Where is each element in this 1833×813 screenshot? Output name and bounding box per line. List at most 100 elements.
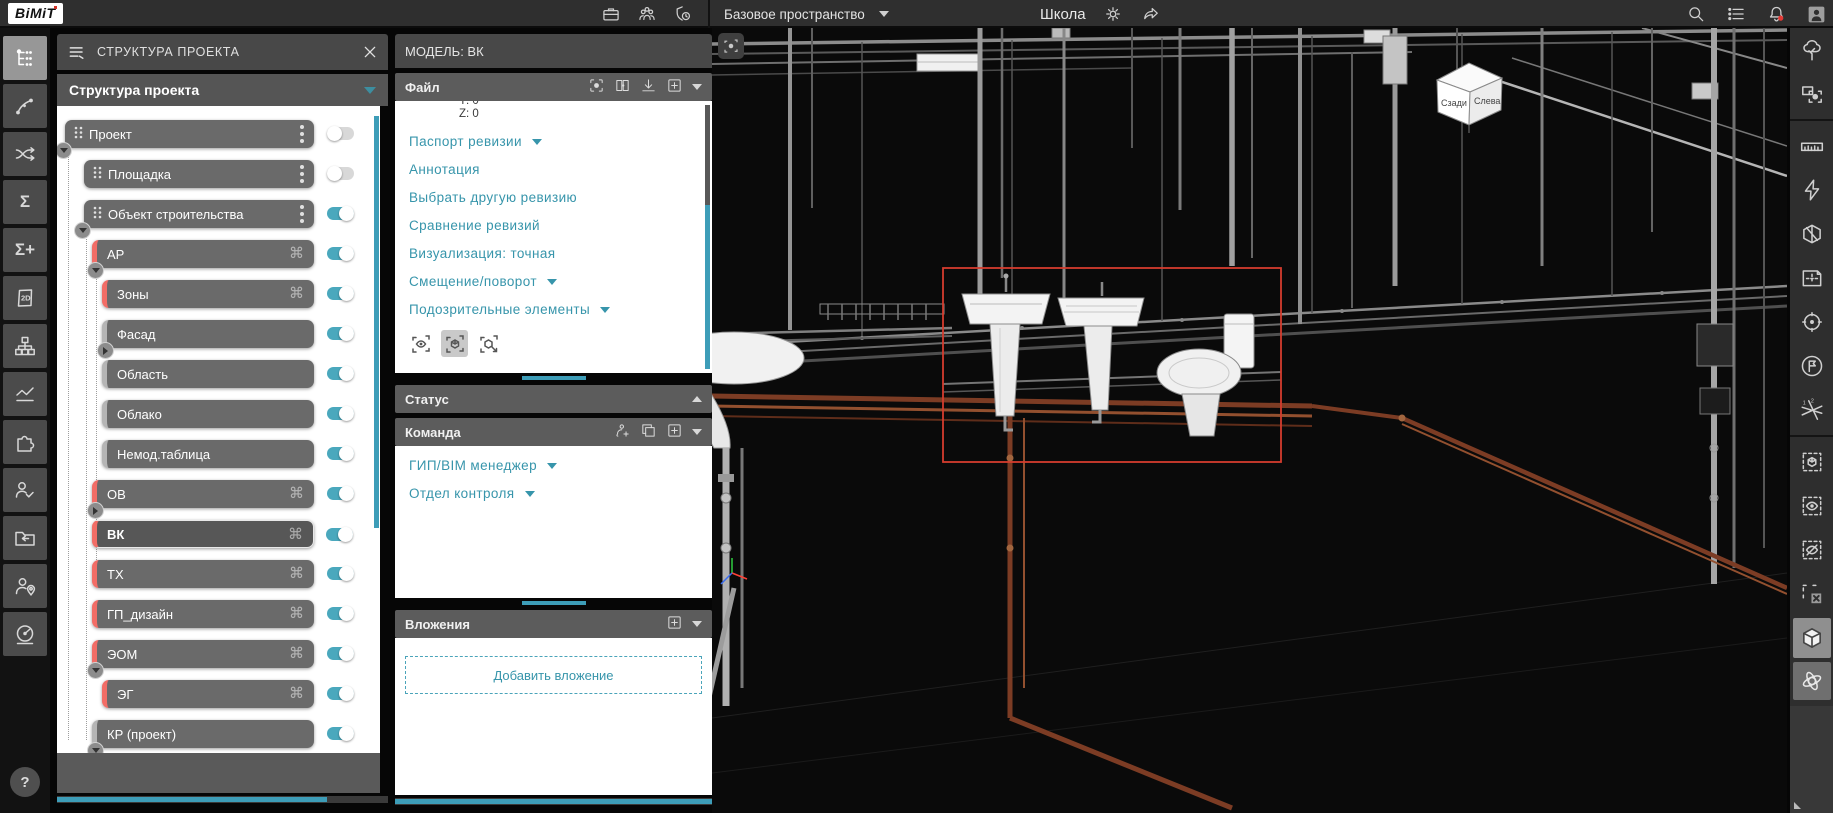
tool-clear-selection[interactable] <box>1792 572 1832 616</box>
share-icon[interactable] <box>1140 3 1162 25</box>
compare-revisions-icon[interactable] <box>614 77 631 97</box>
tool-flag-marker[interactable] <box>1792 344 1832 388</box>
close-icon[interactable] <box>362 44 378 60</box>
node-menu-icon[interactable] <box>300 205 304 226</box>
tree-node[interactable]: Проект <box>65 120 314 148</box>
account-icon[interactable] <box>1805 3 1827 25</box>
tree-node[interactable]: ГП_дизайн ⌘ <box>92 600 314 628</box>
tool-dashboard-gauge[interactable] <box>3 612 47 656</box>
tool-user-location[interactable] <box>3 564 47 608</box>
visibility-toggle[interactable] <box>327 727 354 740</box>
tool-select-objects[interactable] <box>1792 72 1832 116</box>
collapse-chevron-icon[interactable] <box>692 84 702 90</box>
file-link[interactable]: Выбрать другую ревизию <box>409 190 712 205</box>
frame-cube-move-icon[interactable] <box>475 330 502 357</box>
expand-collapse-button[interactable] <box>97 342 114 359</box>
file-link[interactable]: Сравнение ревизий <box>409 218 712 233</box>
tree-node[interactable]: Зоны ⌘ <box>102 280 314 308</box>
model-3d-viewport[interactable]: Сзади Слева <box>712 28 1787 813</box>
model-hscrollbar[interactable] <box>395 798 712 805</box>
download-icon[interactable] <box>640 77 657 97</box>
expand-collapse-button[interactable] <box>87 502 104 519</box>
visibility-toggle[interactable] <box>327 367 354 380</box>
visibility-toggle[interactable] <box>327 487 354 500</box>
bimit-logo[interactable]: BiMiT <box>8 3 63 24</box>
team-role-link[interactable]: Отдел контроля <box>409 486 712 501</box>
node-menu-icon[interactable] <box>300 125 304 146</box>
tool-measure-ruler[interactable] <box>1792 124 1832 168</box>
workspace-selector[interactable]: Базовое пространство <box>724 7 865 22</box>
file-link[interactable]: Визуализация: точная <box>409 246 712 261</box>
drag-handle-icon[interactable] <box>93 206 102 222</box>
tool-show-eye[interactable] <box>1792 484 1832 528</box>
tool-user-approvals[interactable] <box>3 468 47 512</box>
node-menu-icon[interactable] <box>300 165 304 186</box>
tool-isolate-cube[interactable] <box>1792 440 1832 484</box>
add-icon[interactable] <box>666 77 683 97</box>
tree-node[interactable]: Облако <box>102 400 314 428</box>
team-icon[interactable] <box>636 3 658 25</box>
section-resize-handle[interactable] <box>522 376 586 380</box>
visibility-toggle[interactable] <box>327 247 354 260</box>
tool-clash-shuffle[interactable] <box>3 132 47 176</box>
panel-menu-icon[interactable] <box>67 42 87 62</box>
file-scrollbar[interactable] <box>705 105 710 369</box>
tool-trend-analytics[interactable] <box>3 372 47 416</box>
visibility-toggle[interactable] <box>327 327 354 340</box>
visibility-toggle[interactable] <box>327 447 354 460</box>
gear-icon[interactable] <box>1102 3 1124 25</box>
menu-list-icon[interactable] <box>1725 3 1747 25</box>
tree-node[interactable]: Фасад <box>102 320 314 348</box>
visibility-toggle[interactable] <box>327 287 354 300</box>
help-button[interactable]: ? <box>10 767 40 797</box>
tree-node[interactable]: ЭГ ⌘ <box>102 680 314 708</box>
tree-scrollbar[interactable] <box>374 116 379 528</box>
tree-node-selected[interactable]: ВК ⌘ <box>92 520 314 548</box>
tool-2d-views[interactable]: 2D <box>3 276 47 320</box>
file-link[interactable]: Подозрительные элементы <box>409 302 712 317</box>
visibility-toggle[interactable] <box>327 207 354 220</box>
expand-collapse-button[interactable] <box>87 262 104 279</box>
file-link[interactable]: Паспорт ревизии <box>409 134 712 149</box>
file-link[interactable]: Смещение/поворот <box>409 274 712 289</box>
viewport-focus-button[interactable] <box>718 33 744 59</box>
briefcase-icon[interactable] <box>600 3 622 25</box>
tool-nature-tree[interactable] <box>1792 28 1832 72</box>
section-resize-handle[interactable] <box>522 601 586 605</box>
tool-orbit-navigation[interactable] <box>1793 662 1831 700</box>
collapse-chevron-icon[interactable] <box>692 621 702 627</box>
visibility-toggle[interactable] <box>327 607 354 620</box>
visibility-toggle[interactable] <box>327 647 354 660</box>
expand-collapse-button[interactable] <box>87 662 104 679</box>
frame-cube-icon[interactable] <box>441 330 468 357</box>
drag-handle-icon[interactable] <box>93 166 102 182</box>
attachments-section-header[interactable]: Вложения <box>395 610 712 638</box>
add-icon[interactable] <box>666 422 683 442</box>
tool-graph-relations[interactable] <box>3 84 47 128</box>
assign-user-icon[interactable] <box>614 422 631 442</box>
visibility-toggle[interactable] <box>327 127 354 140</box>
tree-node[interactable]: Площадка <box>84 160 314 188</box>
search-icon[interactable] <box>1685 3 1707 25</box>
file-section-header[interactable]: Файл <box>395 73 712 101</box>
copy-icon[interactable] <box>640 422 657 442</box>
tree-node[interactable]: Объект строительства <box>84 200 314 228</box>
visibility-toggle[interactable] <box>327 167 354 180</box>
shield-status-icon[interactable] <box>672 3 694 25</box>
tool-focus-target[interactable] <box>1792 300 1832 344</box>
tool-project-structure[interactable] <box>3 36 47 80</box>
tree-node[interactable]: Немод.таблица <box>102 440 314 468</box>
add-attachment-dropzone[interactable]: Добавить вложение <box>405 656 702 694</box>
tool-hierarchy[interactable] <box>3 324 47 368</box>
structure-hscrollbar[interactable] <box>57 796 388 803</box>
tool-model-cube[interactable] <box>1793 618 1831 658</box>
visibility-toggle[interactable] <box>326 528 353 541</box>
tree-node[interactable]: КР (проект) <box>92 720 314 748</box>
tool-section-cube[interactable] <box>1792 212 1832 256</box>
tree-node[interactable]: Область <box>102 360 314 388</box>
file-link[interactable]: Аннотация <box>409 162 712 177</box>
tool-sum-add[interactable]: Σ+ <box>3 228 47 272</box>
tool-flash-section[interactable] <box>1792 168 1832 212</box>
frame-eye-icon[interactable] <box>407 330 434 357</box>
tool-section-axes[interactable]: 12 <box>1792 388 1832 432</box>
